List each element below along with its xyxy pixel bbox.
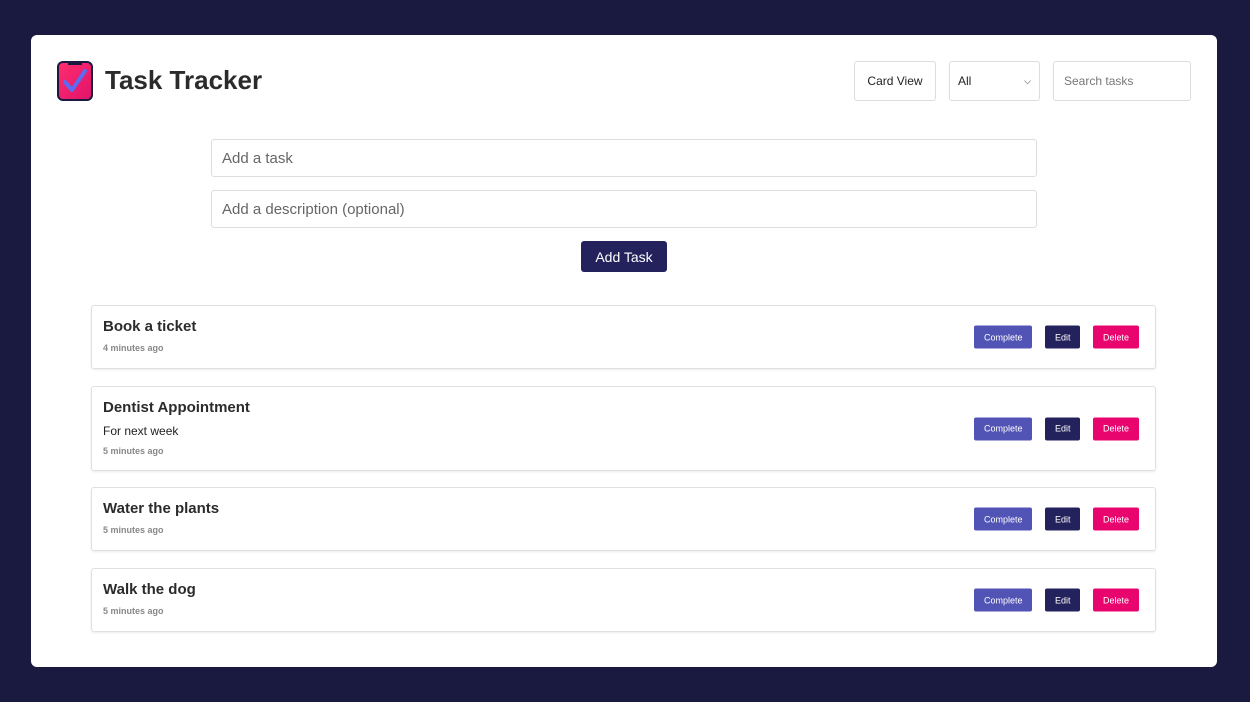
- task-title-input[interactable]: [211, 139, 1037, 177]
- task-card: Book a ticket 4 minutes ago Complete Edit…: [91, 305, 1156, 369]
- app-panel: Task Tracker Card View All ⌵ Add Task Bo…: [31, 35, 1217, 667]
- task-card: Water the plants 5 minutes ago Complete E…: [91, 487, 1156, 551]
- page-title: Task Tracker: [105, 65, 263, 95]
- task-time: 5 minutes ago: [103, 446, 164, 456]
- complete-button[interactable]: Complete: [974, 588, 1032, 612]
- complete-button[interactable]: Complete: [974, 507, 1032, 531]
- chevron-down-icon: ⌵: [1024, 75, 1031, 86]
- delete-button[interactable]: Delete: [1093, 507, 1139, 531]
- delete-button[interactable]: Delete: [1093, 325, 1139, 349]
- task-actions: Complete Edit Delete: [974, 507, 1139, 531]
- checkbox-logo-icon: [57, 61, 93, 101]
- task-card: Walk the dog 5 minutes ago Complete Edit …: [91, 568, 1156, 632]
- edit-button[interactable]: Edit: [1045, 325, 1080, 349]
- complete-button[interactable]: Complete: [974, 325, 1032, 349]
- complete-button[interactable]: Complete: [974, 417, 1032, 440]
- card-view-button[interactable]: Card View: [854, 61, 936, 101]
- add-task-button[interactable]: Add Task: [581, 241, 667, 272]
- edit-button[interactable]: Edit: [1045, 588, 1080, 612]
- search-input[interactable]: [1053, 61, 1191, 101]
- task-actions: Complete Edit Delete: [974, 417, 1139, 440]
- delete-button[interactable]: Delete: [1093, 588, 1139, 612]
- edit-button[interactable]: Edit: [1045, 417, 1080, 440]
- delete-button[interactable]: Delete: [1093, 417, 1139, 440]
- task-title: Dentist Appointment: [103, 399, 250, 416]
- task-actions: Complete Edit Delete: [974, 325, 1139, 349]
- task-actions: Complete Edit Delete: [974, 588, 1139, 612]
- filter-value: All: [958, 74, 972, 88]
- task-card: Dentist Appointment For next week 5 minute…: [91, 386, 1156, 471]
- task-description-input[interactable]: [211, 190, 1037, 228]
- edit-button[interactable]: Edit: [1045, 507, 1080, 531]
- filter-select[interactable]: All ⌵: [949, 61, 1040, 101]
